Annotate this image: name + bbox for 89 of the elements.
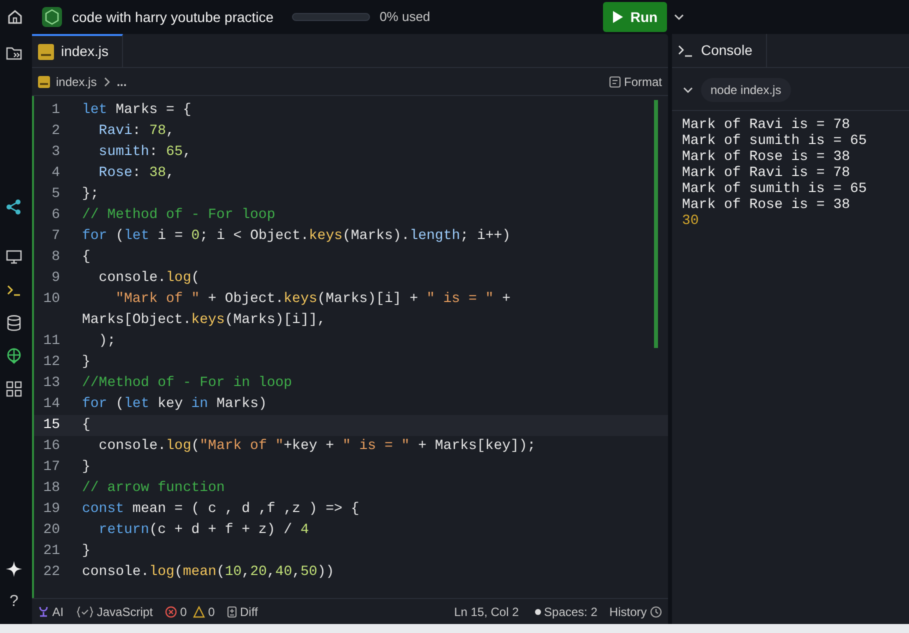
nodes-icon[interactable] <box>5 198 23 216</box>
code-line: } <box>82 542 90 561</box>
run-button[interactable]: Run <box>603 2 667 32</box>
home-icon[interactable] <box>6 8 24 26</box>
history-icon <box>650 606 662 618</box>
code-line: }; <box>82 185 99 204</box>
line-number: 8 <box>50 248 60 267</box>
warning-icon <box>192 606 205 618</box>
line-number: 3 <box>50 143 60 162</box>
code-line: "Mark of " + Object.keys(Marks)[i] + " is = " + Marks[Object.keys(Marks)[i]], <box>82 290 510 330</box>
code-line: const mean = ( c , d ,f ,z ) => { <box>82 500 360 519</box>
terminal-icon <box>678 44 694 58</box>
warnings-button[interactable]: 0 <box>192 602 215 620</box>
breadcrumb-item[interactable]: ... <box>116 72 127 90</box>
code-line: for (let i = 0; i < Object.keys(Marks).length; i++) <box>82 227 511 246</box>
line-number: 18 <box>42 479 60 498</box>
line-number: 2 <box>50 122 60 141</box>
code-line: //Method of - For in loop <box>82 374 292 393</box>
code-line: for (let key in Marks) <box>82 395 267 414</box>
console-output-line: Mark of Rose is = 38 <box>682 149 852 165</box>
cursor-position[interactable]: Ln 15, Col 2 <box>454 602 519 620</box>
code-line: console.log(mean(10,20,40,50)) <box>82 563 334 582</box>
usage-text: 0% used <box>380 8 430 26</box>
globe-icon[interactable] <box>5 347 23 365</box>
code-line: Rose: 38, <box>98 164 174 183</box>
line-number: 21 <box>42 542 60 561</box>
line-number: 19 <box>42 500 60 519</box>
console-output-line: Mark of sumith is = 65 <box>682 133 868 149</box>
console-output-line: 30 <box>682 213 700 229</box>
indent-setting[interactable]: Spaces: 2 <box>534 602 598 620</box>
line-number: 10 <box>42 290 60 309</box>
format-icon <box>608 76 621 88</box>
sparkle-icon[interactable] <box>5 560 23 578</box>
language-button[interactable]: JavaScript <box>76 602 153 620</box>
line-number: 14 <box>42 395 60 414</box>
format-button[interactable]: Format <box>608 72 662 90</box>
console-output-line: Mark of Rose is = 38 <box>682 197 852 213</box>
code-line: } <box>82 353 90 372</box>
diff-button[interactable]: Diff <box>226 602 258 620</box>
code-line: let Marks = { <box>82 101 192 120</box>
breadcrumb-item[interactable]: index.js <box>56 72 97 90</box>
help-link[interactable]: ? <box>10 590 18 614</box>
nodejs-logo-icon <box>42 7 62 27</box>
project-title: code with harry youtube practice <box>72 8 274 27</box>
code-line: return(c + d + f + z) / 4 <box>98 521 309 540</box>
line-number: 9 <box>50 269 60 288</box>
error-icon <box>164 606 177 618</box>
code-line: ); <box>98 332 116 351</box>
command-label: node index.js <box>700 78 792 102</box>
line-number: 11 <box>42 332 60 351</box>
line-number: 22 <box>42 563 60 582</box>
line-number: 17 <box>42 458 60 477</box>
ai-icon <box>38 605 49 618</box>
dot-icon <box>534 608 541 614</box>
code-line: console.log( <box>98 269 200 288</box>
errors-button[interactable]: 0 <box>164 602 187 620</box>
apps-grid-icon[interactable] <box>5 380 23 398</box>
line-number: 12 <box>42 353 60 372</box>
line-number: 4 <box>50 164 60 183</box>
diff-icon <box>226 606 237 618</box>
play-icon <box>612 10 624 24</box>
history-button[interactable]: History <box>609 602 662 620</box>
line-number: 5 <box>50 185 60 204</box>
line-number: 7 <box>50 227 60 246</box>
database-icon[interactable] <box>5 314 23 332</box>
code-line: // Method of - For loop <box>82 206 276 225</box>
code-line: sumith: 65, <box>98 143 192 162</box>
monitor-icon[interactable] <box>5 248 23 266</box>
line-number: 1 <box>50 101 60 120</box>
line-number: 20 <box>42 521 60 540</box>
line-number: 6 <box>50 206 60 225</box>
console-output-line: Mark of Ravi is = 78 <box>682 117 852 133</box>
code-line: // arrow function <box>82 479 225 498</box>
line-number: 13 <box>42 374 60 393</box>
code-line: } <box>82 458 90 477</box>
chevron-right-icon <box>102 76 111 86</box>
code-line: console.log("Mark of "+key + " is = " + Marks[key]); <box>98 437 536 456</box>
console-output-line: Mark of sumith is = 65 <box>682 181 868 197</box>
code-line: Ravi: 78, <box>98 122 174 141</box>
console-output-line: Mark of Ravi is = 78 <box>682 165 852 181</box>
ai-button[interactable]: AI <box>38 602 64 620</box>
file-tab[interactable]: index.js <box>32 34 124 67</box>
js-file-icon <box>38 76 50 88</box>
line-number: 16 <box>42 437 60 456</box>
line-number: 15 <box>42 416 60 435</box>
braces-check-icon <box>76 606 94 618</box>
code-line: { <box>82 416 90 435</box>
code-line: { <box>82 248 90 267</box>
js-file-icon <box>38 44 54 60</box>
